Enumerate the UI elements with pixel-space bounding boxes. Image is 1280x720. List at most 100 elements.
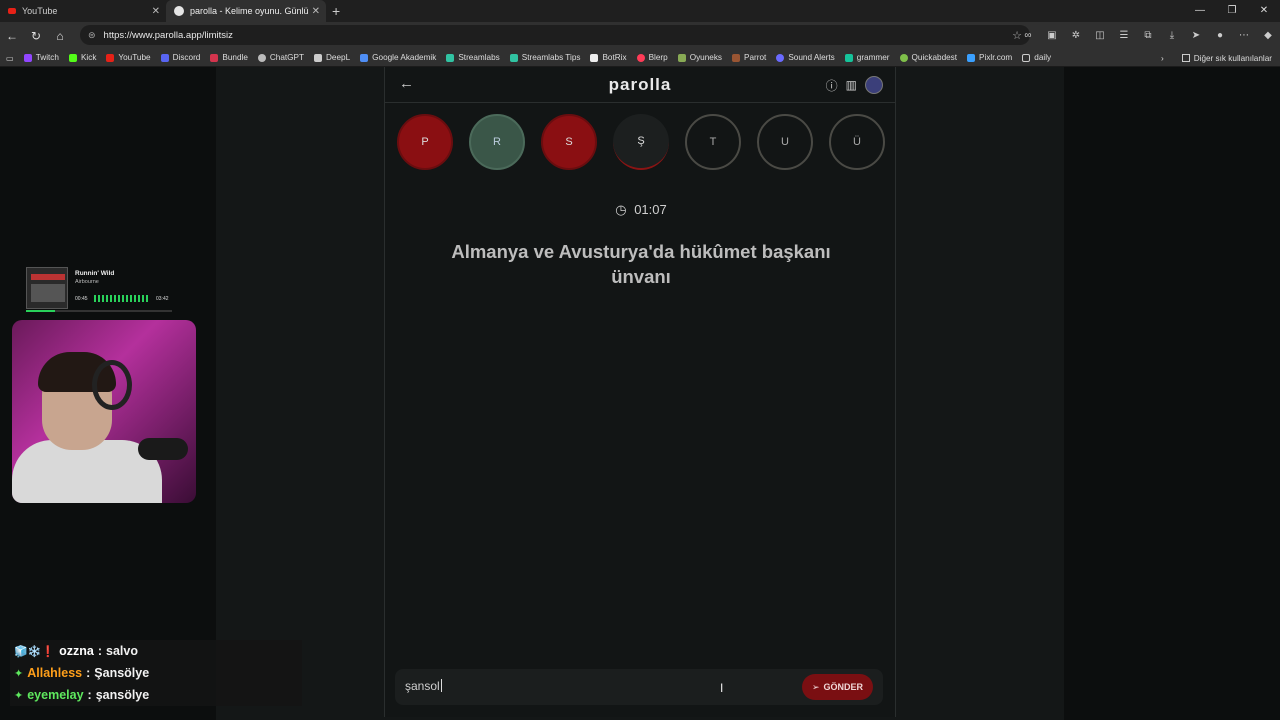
- parrot-icon: [732, 53, 741, 62]
- close-icon[interactable]: ✕: [312, 6, 320, 17]
- song-title: Runnin' Wild: [75, 270, 115, 277]
- background-right: [1064, 67, 1280, 720]
- bookmark-google-akademik[interactable]: Google Akademik: [360, 53, 436, 62]
- stats-chart-icon[interactable]: ▥: [846, 78, 857, 92]
- blerp-icon: [636, 53, 645, 62]
- folder-icon: [1181, 54, 1190, 62]
- send-label: GÖNDER: [823, 682, 863, 692]
- bookmark-pixlr[interactable]: Pixlr.com: [967, 53, 1012, 62]
- question-text: Almanya ve Avusturya'da hükûmet başkanı …: [451, 241, 831, 287]
- bookmark-youtube[interactable]: YouTube: [106, 53, 151, 62]
- chat-text: salvo: [106, 644, 138, 658]
- bookmark-quickabdest[interactable]: Quickabdest: [899, 53, 957, 62]
- answer-input[interactable]: şansol: [405, 679, 442, 693]
- address-bar: ← ↻ ⌂ ⊜ https://www.parolla.app/limitsiz…: [0, 22, 1280, 49]
- bookmark-chatgpt[interactable]: ChatGPT: [257, 53, 304, 62]
- chat-message: ✦ eyemelay : şansölye: [10, 684, 302, 706]
- more-icon[interactable]: ⋯: [1232, 30, 1256, 41]
- folder-icon: [1022, 53, 1031, 62]
- youtube-icon: [8, 8, 16, 14]
- bookmark-deepl[interactable]: DeepL: [314, 53, 350, 62]
- send-button[interactable]: ➢ GÖNDER: [801, 674, 873, 700]
- app-header: ← parolla ⓘ ▥: [385, 67, 895, 103]
- chat-username: eyemelay: [27, 688, 84, 702]
- deepl-icon: [314, 53, 323, 62]
- bookmark-streamlabs[interactable]: Streamlabs: [446, 53, 500, 62]
- chat-separator: :: [87, 688, 92, 702]
- letter-circle: R: [469, 114, 525, 170]
- collections-icon[interactable]: ⧉: [1136, 30, 1160, 41]
- letter-circle: T: [685, 114, 741, 170]
- waveform: [94, 295, 150, 302]
- chat-badge-icon: ✦: [14, 689, 24, 702]
- album-cover: [26, 267, 68, 309]
- app-logo[interactable]: parolla: [609, 75, 672, 95]
- back-icon[interactable]: ←: [0, 29, 24, 43]
- page-viewport: ← parolla ⓘ ▥ P R S Ş T U Ü ◷ 01:07 Alma…: [0, 67, 1280, 720]
- extension-icon[interactable]: ▣: [1040, 30, 1064, 41]
- bookmark-botrix[interactable]: BotRix: [590, 53, 627, 62]
- discord-icon: [160, 53, 169, 62]
- chatgpt-icon: [257, 53, 266, 62]
- download-icon[interactable]: ⤓: [1160, 30, 1184, 41]
- elapsed-time: 00:45: [75, 296, 88, 302]
- bookmarks-menu-icon[interactable]: ▭: [6, 53, 14, 63]
- new-tab-button[interactable]: +: [332, 3, 340, 19]
- tab-strip: YouTube ✕ parolla - Kelime oyunu. Günlük…: [0, 0, 1280, 22]
- extension-icon[interactable]: ∞: [1016, 30, 1040, 41]
- letter-circle: Ü: [829, 114, 885, 170]
- avatar[interactable]: [865, 76, 883, 94]
- total-time: 03:42: [156, 296, 169, 302]
- bookmark-grammer[interactable]: grammer: [844, 53, 890, 62]
- extensions-puzzle-icon[interactable]: ✲: [1064, 30, 1088, 41]
- countdown-timer: ◷ 01:07: [385, 202, 897, 218]
- bookmark-blerp[interactable]: Blerp: [636, 53, 668, 62]
- bookmark-streamlabs-tips[interactable]: Streamlabs Tips: [509, 53, 580, 62]
- pixlr-icon: [967, 53, 976, 62]
- oyuneks-icon: [677, 53, 686, 62]
- profile-icon[interactable]: ●: [1208, 30, 1232, 41]
- send-icon[interactable]: ➤: [1184, 30, 1208, 41]
- other-bookmarks[interactable]: › Diğer sık kullanılanlar: [1161, 49, 1272, 67]
- site-info-icon[interactable]: ⊜: [88, 30, 96, 41]
- close-icon[interactable]: ✕: [152, 6, 160, 17]
- bookmark-discord[interactable]: Discord: [160, 53, 200, 62]
- header-actions: ⓘ ▥: [826, 76, 883, 94]
- extensions-toolbar: ∞ ▣ ✲ ◫ ☰ ⧉ ⤓ ➤ ● ⋯ ◆: [1016, 22, 1280, 49]
- quickabdest-icon: [899, 53, 908, 62]
- home-icon[interactable]: ⌂: [48, 29, 72, 43]
- bookmark-sound-alerts[interactable]: Sound Alerts: [776, 53, 835, 62]
- webcam-overlay: [12, 320, 196, 503]
- split-icon[interactable]: ◫: [1088, 30, 1112, 41]
- close-window-icon[interactable]: ✕: [1248, 0, 1280, 22]
- favorites-icon[interactable]: ☰: [1112, 30, 1136, 41]
- restore-icon[interactable]: ❐: [1216, 0, 1248, 22]
- tab-parolla[interactable]: parolla - Kelime oyunu. Günlük ke ✕: [166, 0, 326, 22]
- bookmark-bundle[interactable]: Bundle: [210, 53, 248, 62]
- stream-chat: 🧊❄️❗ ozzna : salvo ✦ Allahless : Şansöly…: [10, 640, 302, 706]
- streamlabs-icon: [446, 53, 455, 62]
- reload-icon[interactable]: ↻: [24, 29, 48, 43]
- chat-message: 🧊❄️❗ ozzna : salvo: [10, 640, 302, 662]
- window-controls: — ❐ ✕: [1184, 0, 1280, 22]
- bookmarks-bar: ▭ Twitch Kick YouTube Discord Bundle Cha…: [0, 49, 1280, 67]
- url-input[interactable]: ⊜ https://www.parolla.app/limitsiz ☆: [80, 25, 1030, 45]
- bookmark-oyuneks[interactable]: Oyuneks: [677, 53, 722, 62]
- chevron-right-icon[interactable]: ›: [1161, 54, 1164, 63]
- back-arrow-icon[interactable]: ←: [399, 75, 414, 92]
- bookmark-parrot[interactable]: Parrot: [732, 53, 766, 62]
- bookmark-twitch[interactable]: Twitch: [23, 53, 59, 62]
- parolla-favicon-icon: [174, 6, 184, 16]
- copilot-icon[interactable]: ◆: [1256, 30, 1280, 41]
- minimize-icon[interactable]: —: [1184, 0, 1216, 22]
- bundle-icon: [210, 53, 219, 62]
- bookmark-kick[interactable]: Kick: [68, 53, 96, 62]
- letter-wheel: P R S Ş T U Ü: [397, 114, 885, 170]
- google-scholar-icon: [360, 53, 369, 62]
- chat-username: ozzna: [59, 644, 94, 658]
- tab-youtube[interactable]: YouTube ✕: [0, 0, 166, 22]
- info-icon[interactable]: ⓘ: [826, 77, 838, 94]
- bookmark-folder-daily[interactable]: daily: [1022, 53, 1051, 62]
- song-progress-fill: [26, 310, 56, 312]
- clock-icon: ◷: [615, 202, 627, 217]
